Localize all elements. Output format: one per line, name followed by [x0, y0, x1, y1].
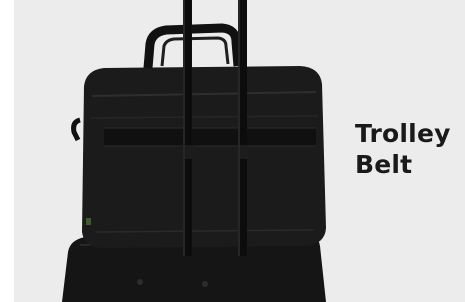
caption-line-1: Trolley: [355, 119, 451, 148]
laptop-bag: [71, 66, 326, 248]
product-caption: Trolley Belt: [355, 118, 451, 180]
bag-handles: [143, 23, 243, 69]
caption-line-2: Belt: [355, 150, 413, 179]
trolley-belt: [104, 128, 316, 146]
